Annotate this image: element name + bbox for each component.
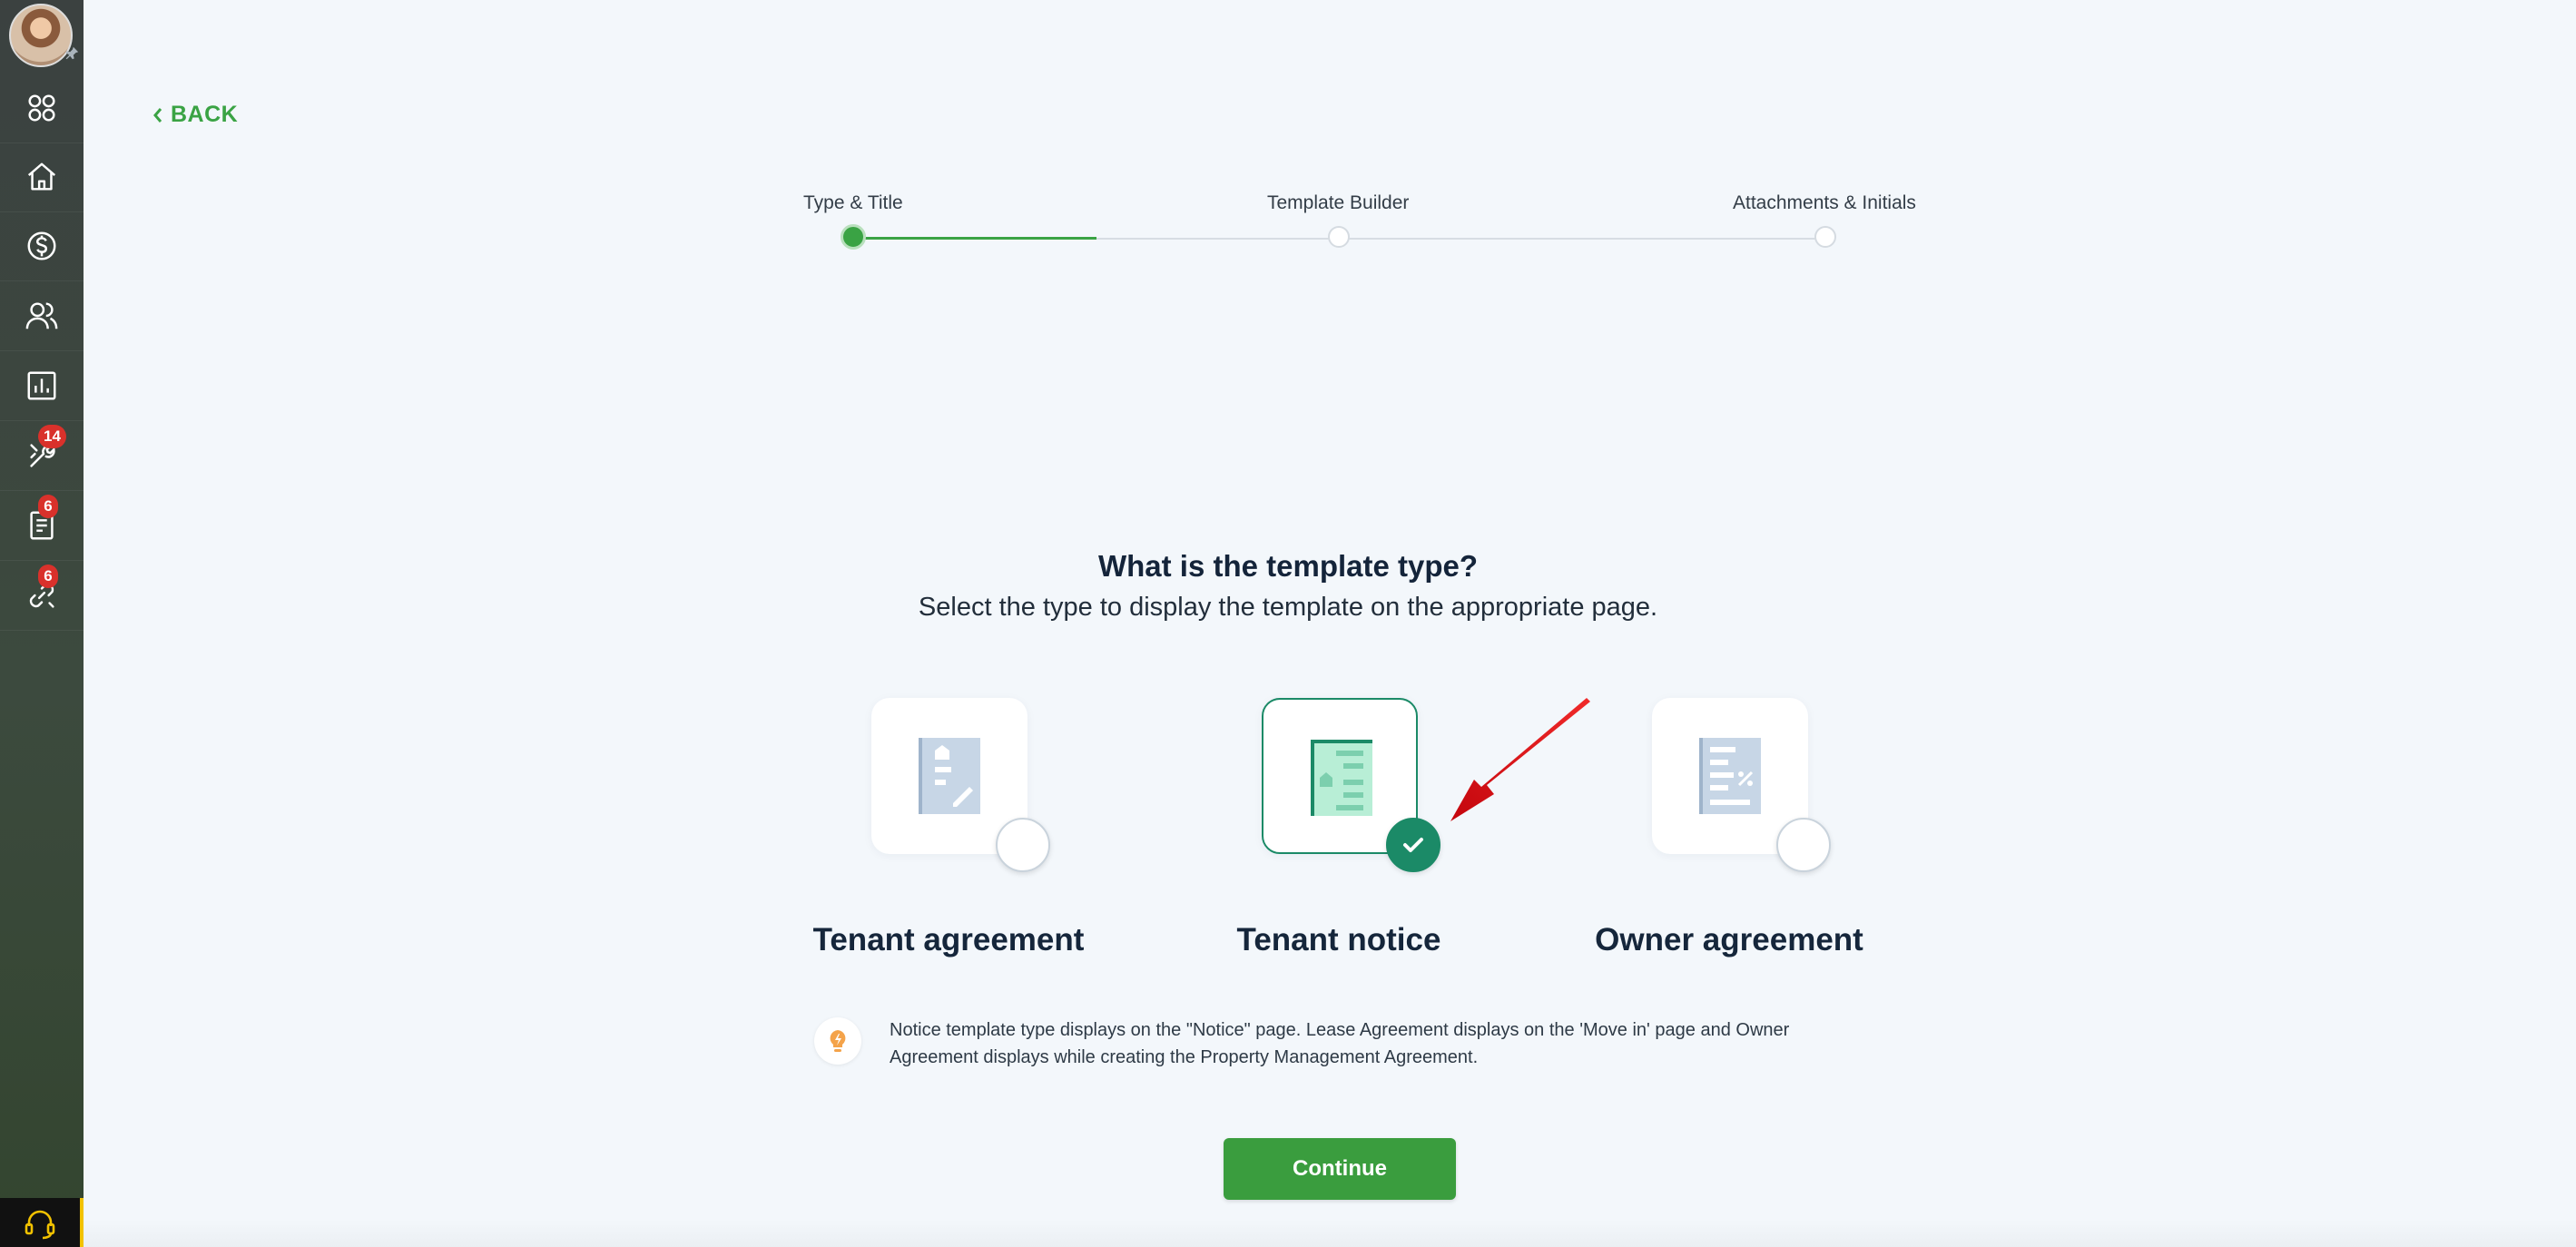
apps-grid-icon <box>28 94 55 122</box>
sidebar-item-reports[interactable] <box>0 351 84 421</box>
question-title: What is the template type? <box>1097 549 1479 583</box>
owner-document-icon <box>1699 738 1761 814</box>
home-icon <box>27 162 56 191</box>
bottom-fade <box>84 1220 2576 1247</box>
option-radio-tenant-notice[interactable] <box>1386 818 1440 872</box>
step-label-template-builder: Template Builder <box>1267 192 1410 213</box>
notice-document-icon <box>1311 740 1372 816</box>
report-chart-icon <box>27 371 56 400</box>
maintenance-badge: 14 <box>38 425 66 448</box>
continue-button[interactable]: Continue <box>1224 1138 1456 1200</box>
sidebar-item-apps[interactable] <box>0 74 84 143</box>
question-subtitle: Select the type to display the template … <box>918 593 1658 622</box>
annotation-arrow-icon <box>1450 698 1590 821</box>
agreement-document-icon <box>919 738 980 814</box>
back-link[interactable]: BACK <box>151 102 238 128</box>
documents-badge: 6 <box>38 495 58 518</box>
stepper-progress-line <box>853 237 1096 240</box>
step-dot-template-builder[interactable] <box>1328 226 1350 248</box>
sidebar-item-accounting[interactable] <box>0 211 84 281</box>
back-label: BACK <box>171 102 239 127</box>
tip-icon-container <box>814 1017 861 1065</box>
sidebar: 14 6 6 <box>0 0 84 1247</box>
step-label-type-title: Type & Title <box>803 192 903 213</box>
option-label-owner-agreement[interactable]: Owner agreement <box>1548 922 1911 958</box>
lightbulb-icon <box>830 1030 846 1052</box>
option-radio-tenant-agreement[interactable] <box>996 818 1050 872</box>
step-label-attachments: Attachments & Initials <box>1733 192 1916 213</box>
check-icon <box>1403 838 1423 852</box>
step-dot-attachments[interactable] <box>1814 226 1836 248</box>
support-button[interactable] <box>0 1198 84 1247</box>
chevron-left-icon <box>153 107 162 123</box>
dollar-icon <box>27 231 56 260</box>
option-radio-owner-agreement[interactable] <box>1776 818 1831 872</box>
sidebar-item-home[interactable] <box>0 142 84 212</box>
stepper-track <box>1096 238 1825 240</box>
pin-icon[interactable] <box>64 45 80 62</box>
option-label-tenant-notice[interactable]: Tenant notice <box>1157 922 1520 958</box>
step-dot-type-title[interactable] <box>841 224 866 250</box>
option-label-tenant-agreement[interactable]: Tenant agreement <box>767 922 1130 958</box>
headset-icon <box>25 1210 55 1240</box>
sidebar-item-maintenance[interactable]: 14 <box>0 421 84 491</box>
sidebar-item-people[interactable] <box>0 281 84 351</box>
people-icon <box>25 302 58 329</box>
tip-text: Notice template type displays on the "No… <box>890 1020 1790 1067</box>
